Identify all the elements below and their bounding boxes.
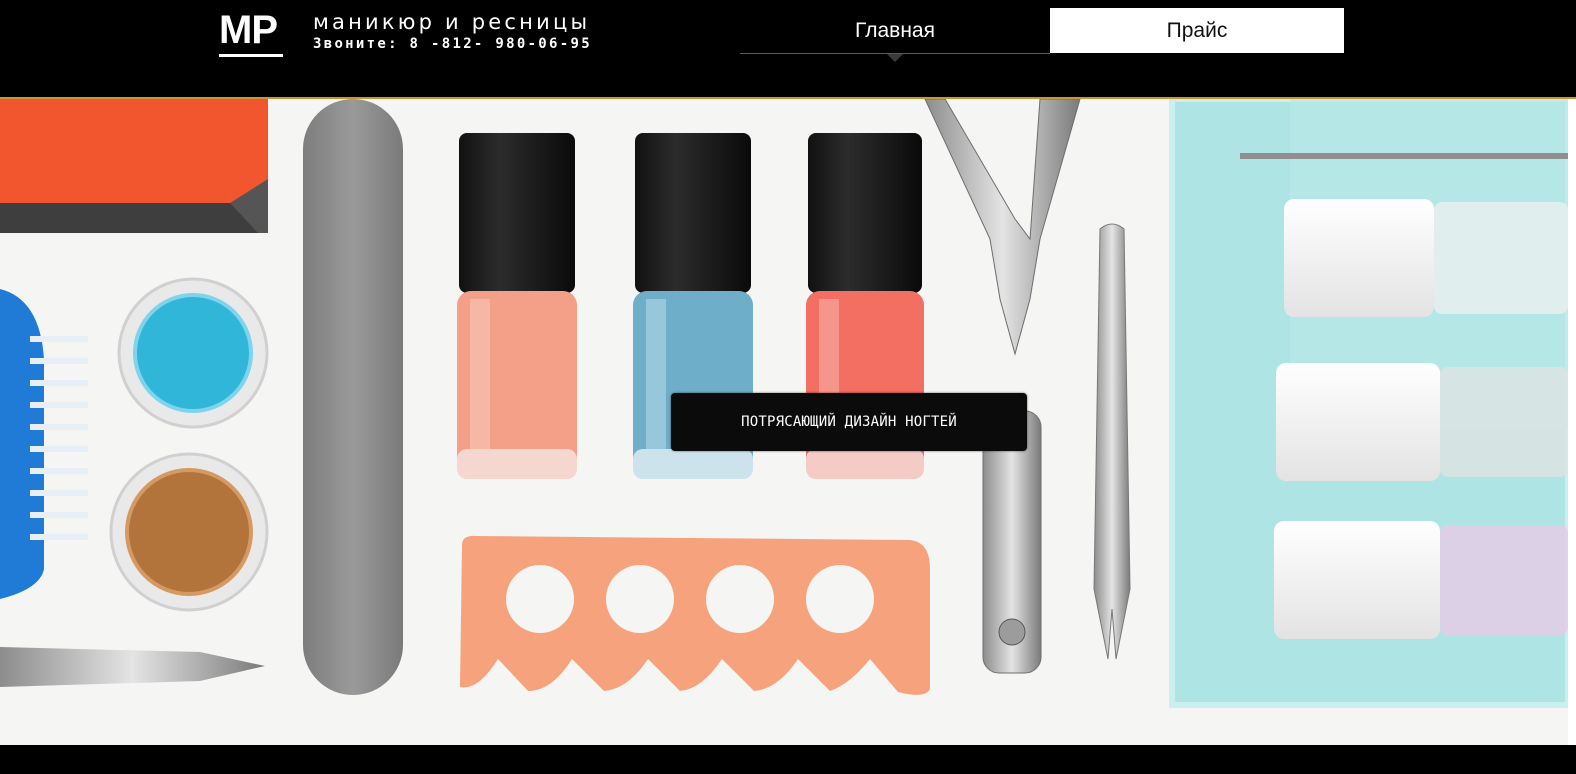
footer-bar [0, 745, 1576, 774]
logo[interactable]: MP [219, 8, 283, 58]
nav-item-price[interactable]: Прайс [1050, 8, 1344, 53]
hero-banner: ПОТРЯСАЮЩИЙ ДИЗАЙН НОГТЕЙ [0, 99, 1568, 745]
main-nav: Главная Прайс [740, 8, 1344, 64]
hero-caption: ПОТРЯСАЮЩИЙ ДИЗАЙН НОГТЕЙ [671, 393, 1027, 451]
nav-caret-icon [887, 54, 903, 62]
logo-underline [219, 54, 283, 57]
logo-text[interactable]: MP [219, 8, 278, 52]
right-edge-strip [1568, 99, 1576, 745]
site-header: MP маникюр и ресницы Звоните: 8 -812- 98… [0, 0, 1576, 97]
site-tagline: маникюр и ресницы [313, 10, 591, 34]
phone-number: Звоните: 8 -812- 980-06-95 [313, 36, 592, 52]
nav-item-home[interactable]: Главная [740, 8, 1050, 53]
